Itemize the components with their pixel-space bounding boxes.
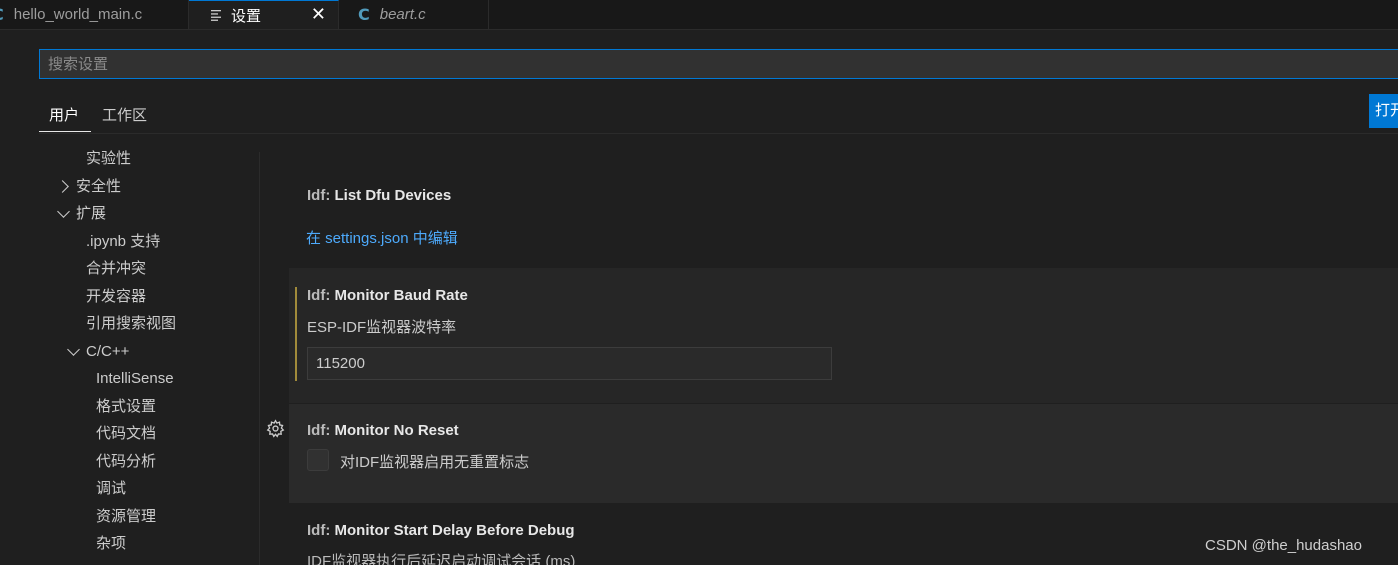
setting-title: Idf: List Dfu Devices	[307, 187, 452, 204]
editor-tab-bar: C hello_world_main.c 设置 ✕ C beart.c	[0, 0, 1398, 30]
edit-in-settings-json-link[interactable]: 在 settings.json 中编辑	[306, 227, 458, 248]
toc-item-code-analysis[interactable]: 代码分析	[96, 450, 156, 474]
modified-indicator	[295, 287, 297, 381]
setting-title: Idf: Monitor Start Delay Before Debug	[307, 522, 575, 539]
toc-item-debugging[interactable]: 调试	[96, 477, 126, 501]
toc-item-formatting[interactable]: 格式设置	[96, 395, 156, 419]
search-settings-box	[39, 49, 1398, 79]
tab-label: beart.c	[379, 6, 426, 23]
toc-divider	[259, 152, 260, 565]
no-reset-checkbox[interactable]	[307, 449, 329, 471]
tab-label: 设置	[231, 7, 262, 25]
toc-item-references-view[interactable]: 引用搜索视图	[86, 312, 176, 336]
tab-beart[interactable]: C beart.c	[339, 0, 489, 29]
tab-hello-world-main[interactable]: C hello_world_main.c	[0, 0, 189, 29]
active-tab-indicator	[39, 131, 91, 132]
toc-item-cpp[interactable]: C/C++	[86, 340, 129, 364]
toc-item-miscellaneous[interactable]: 杂项	[96, 532, 126, 556]
watermark: CSDN @the_hudashao	[1205, 537, 1362, 554]
toc-item-code-docs[interactable]: 代码文档	[96, 422, 156, 446]
close-icon[interactable]: ✕	[311, 4, 326, 25]
open-settings-json-button[interactable]: 打开	[1369, 94, 1398, 128]
toc-item-resource-management[interactable]: 资源管理	[96, 505, 156, 529]
toc-item-extensions[interactable]: 扩展	[76, 202, 106, 226]
toc-item-security[interactable]: 安全性	[76, 175, 121, 199]
settings-doc-icon	[211, 10, 221, 21]
gear-icon[interactable]	[266, 419, 285, 438]
setting-description: ESP-IDF监视器波特率	[307, 319, 457, 336]
baud-rate-input[interactable]: 115200	[307, 347, 832, 380]
toc-item-dev-containers[interactable]: 开发容器	[86, 285, 146, 309]
setting-title: Idf: Monitor Baud Rate	[307, 287, 468, 304]
tab-label: hello_world_main.c	[13, 6, 143, 23]
chevron-down-icon[interactable]	[67, 343, 80, 356]
chevron-right-icon[interactable]	[56, 180, 69, 193]
toc-item-experimental[interactable]: 实验性	[86, 147, 131, 171]
toc-item-intellisense[interactable]: IntelliSense	[96, 367, 174, 391]
setting-description: IDF监视器执行后延迟启动调试会话 (ms)	[307, 553, 576, 565]
chevron-down-icon[interactable]	[57, 205, 70, 218]
tab-settings[interactable]: 设置 ✕	[189, 0, 339, 29]
toc-item-ipynb[interactable]: .ipynb 支持	[86, 230, 160, 254]
c-file-icon: C	[358, 5, 370, 24]
setting-description: 对IDF监视器启用无重置标志	[340, 454, 530, 471]
toc-item-merge-conflict[interactable]: 合并冲突	[86, 257, 146, 281]
setting-title: Idf: Monitor No Reset	[307, 422, 459, 439]
search-input[interactable]	[40, 50, 1398, 78]
scope-divider	[39, 133, 1398, 134]
tab-user[interactable]: 用户	[49, 104, 79, 125]
tab-workspace[interactable]: 工作区	[102, 104, 147, 125]
c-file-icon: C	[0, 5, 4, 24]
